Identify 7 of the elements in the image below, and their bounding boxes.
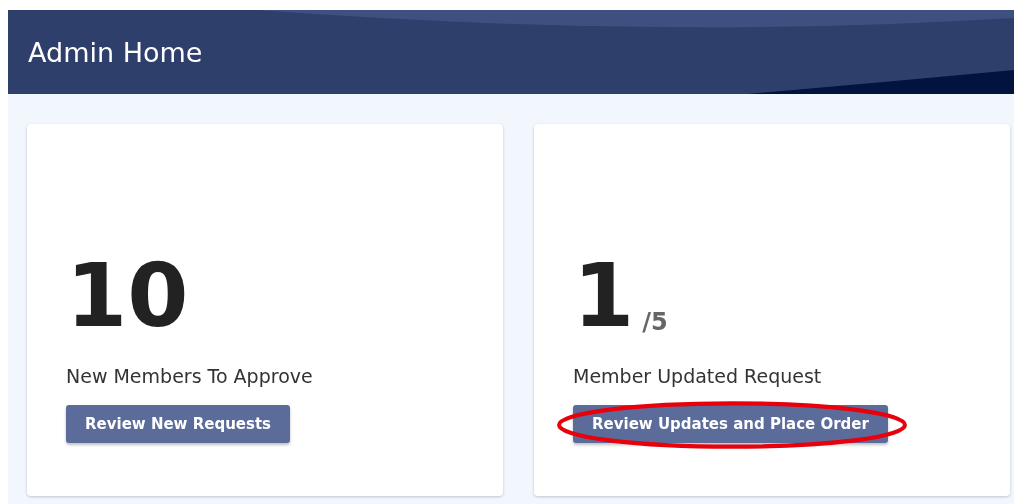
stat-label: Member Updated Request	[573, 365, 823, 387]
page-title: Admin Home	[28, 36, 203, 68]
stat-count: 10	[66, 252, 189, 340]
stat-count: 1	[573, 252, 635, 340]
review-button[interactable]: Review New Requests	[66, 405, 291, 443]
stat-total: /5	[642, 308, 668, 336]
stat-label: New Members To Approve	[66, 365, 314, 387]
